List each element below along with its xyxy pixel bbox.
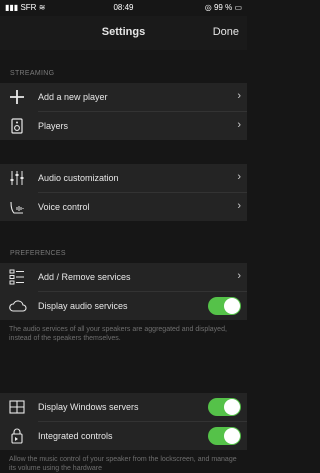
row-display-windows-servers: Display Windows servers xyxy=(0,393,247,421)
row-integrated-controls: Integrated controls xyxy=(0,422,247,450)
battery-label: 99 % xyxy=(213,3,233,12)
row-label: Add a new player xyxy=(38,92,108,102)
group-preferences: Add / Remove services › Display audio se… xyxy=(0,263,247,320)
windows-icon xyxy=(9,399,25,415)
row-add-new-player[interactable]: Add a new player › xyxy=(0,83,247,111)
done-button[interactable]: Done xyxy=(213,26,239,38)
plus-icon xyxy=(9,89,25,105)
section-header-preferences: PREFERENCES xyxy=(10,250,66,257)
equalizer-icon xyxy=(9,170,25,186)
section-header-streaming: STREAMING xyxy=(10,70,55,77)
alarm-icon: ◎ xyxy=(204,3,212,12)
page-title: Settings xyxy=(101,26,146,38)
row-audio-customization[interactable]: Audio customization › xyxy=(0,164,247,192)
navigation-bar: Settings Done xyxy=(0,16,247,50)
toggle-knob xyxy=(224,298,240,314)
status-bar: ▮▮▮ SFR ≋ 08:49 ◎ 99 % ▭ xyxy=(0,0,247,16)
group-streaming: Add a new player › Players › xyxy=(0,83,247,140)
row-label: Players xyxy=(38,121,69,131)
row-voice-control[interactable]: Voice control › xyxy=(0,193,247,221)
row-label: Integrated controls xyxy=(38,431,113,441)
chevron-right-icon: › xyxy=(237,90,241,102)
chevron-right-icon: › xyxy=(237,119,241,131)
footnote-audio-services: The audio services of all your speakers … xyxy=(9,326,227,342)
row-label: Audio customization xyxy=(38,173,119,183)
battery: ◎ 99 % ▭ xyxy=(205,3,242,12)
cloud-icon xyxy=(9,298,27,314)
group-audio: Audio customization › Voice control › xyxy=(0,164,247,221)
display-windows-servers-toggle[interactable] xyxy=(208,398,241,416)
row-label: Display Windows servers xyxy=(38,402,139,412)
battery-icon: ▭ xyxy=(234,3,242,12)
voice-icon xyxy=(9,199,25,215)
list-icon xyxy=(9,269,25,285)
chevron-right-icon: › xyxy=(237,171,241,183)
row-label: Voice control xyxy=(38,202,90,212)
chevron-right-icon: › xyxy=(237,270,241,282)
integrated-controls-toggle[interactable] xyxy=(208,427,241,445)
row-label: Display audio services xyxy=(38,301,128,311)
group-windows: Display Windows servers Integrated contr… xyxy=(0,393,247,450)
display-audio-services-toggle[interactable] xyxy=(208,297,241,315)
toggle-knob xyxy=(224,399,240,415)
speaker-icon xyxy=(9,118,25,134)
row-display-audio-services: Display audio services xyxy=(0,292,247,320)
row-label: Add / Remove services xyxy=(38,272,131,282)
footnote-integrated-controls: Allow the music control of your speaker … xyxy=(9,456,237,472)
chevron-right-icon: › xyxy=(237,200,241,212)
row-players[interactable]: Players › xyxy=(0,112,247,140)
row-add-remove-services[interactable]: Add / Remove services › xyxy=(0,263,247,291)
